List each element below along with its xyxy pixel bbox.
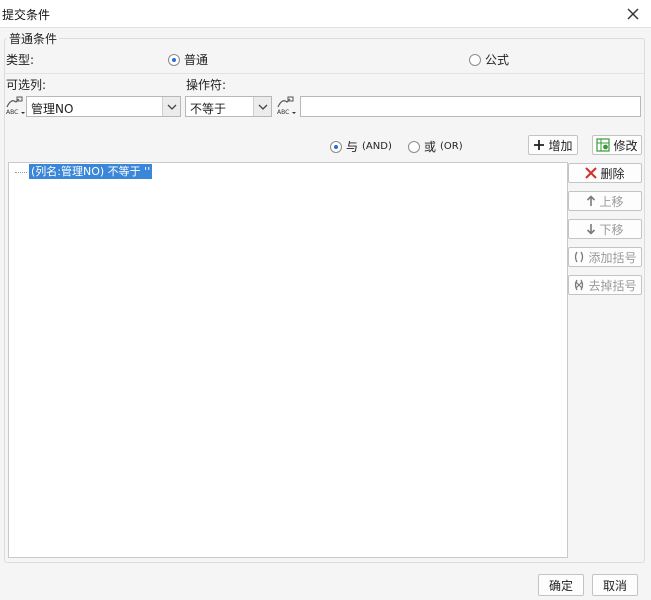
type-normal-label: 普通 xyxy=(184,53,209,67)
move-down-button-label: 下移 xyxy=(599,222,624,237)
column-dropdown-button[interactable] xyxy=(162,97,180,116)
column-label: 可选列: xyxy=(6,78,47,92)
arrow-up-icon xyxy=(587,195,596,206)
delete-button[interactable]: 删除 xyxy=(568,163,642,183)
radio-checked-icon xyxy=(330,140,342,153)
remove-bracket-button-label: 去掉括号 xyxy=(588,278,637,293)
divider xyxy=(5,73,644,74)
delete-x-icon xyxy=(585,167,598,179)
move-up-button-label: 上移 xyxy=(599,194,624,209)
type-normal-radio[interactable]: 普通 xyxy=(168,51,208,68)
arrow-down-icon xyxy=(587,224,596,235)
condition-item[interactable]: (列名:管理NO) 不等于 '' xyxy=(29,164,153,179)
operator-label: 操作符: xyxy=(186,78,227,92)
ok-button[interactable]: 确定 xyxy=(538,574,584,596)
chevron-down-icon xyxy=(167,104,177,110)
condition-tree[interactable]: (列名:管理NO) 不等于 '' xyxy=(8,162,568,558)
logic-and-radio[interactable]: 与 (AND) xyxy=(330,138,392,155)
svg-text:ABC: ABC xyxy=(277,109,289,116)
title-bar: 提交条件 xyxy=(0,0,651,28)
logic-and-code: (AND) xyxy=(362,141,392,152)
edit-table-icon xyxy=(596,138,611,152)
add-button[interactable]: 增加 xyxy=(528,135,578,155)
abc-value-icon[interactable]: ABC xyxy=(276,96,298,116)
delete-button-label: 删除 xyxy=(600,166,625,181)
abc-column-icon[interactable]: ABC xyxy=(5,96,27,116)
radio-unchecked-icon xyxy=(408,140,420,153)
move-down-button[interactable]: 下移 xyxy=(568,219,642,239)
radio-checked-icon xyxy=(168,53,180,66)
operator-select[interactable]: 不等于 xyxy=(185,96,272,117)
radio-unchecked-icon xyxy=(469,53,481,66)
plus-icon xyxy=(534,140,545,150)
type-formula-radio[interactable]: 公式 xyxy=(469,51,509,68)
type-formula-label: 公式 xyxy=(485,53,510,67)
column-select-value: 管理NO xyxy=(31,102,74,116)
add-button-label: 增加 xyxy=(548,138,573,153)
column-select[interactable]: 管理NO xyxy=(26,96,181,117)
tree-connector xyxy=(15,172,27,173)
remove-bracket-button[interactable]: 去掉括号 xyxy=(568,275,642,295)
logic-or-radio[interactable]: 或 (OR) xyxy=(408,138,463,155)
add-bracket-button-label: 添加括号 xyxy=(588,250,637,265)
bracket-icon xyxy=(575,251,584,263)
operator-dropdown-button[interactable] xyxy=(253,97,271,116)
add-bracket-button[interactable]: 添加括号 xyxy=(568,247,642,267)
modify-button[interactable]: 修改 xyxy=(592,135,642,155)
chevron-down-icon xyxy=(258,104,268,110)
logic-or-code: (OR) xyxy=(440,141,463,152)
cancel-button[interactable]: 取消 xyxy=(592,574,638,596)
group-title: 普通条件 xyxy=(7,30,60,47)
move-up-button[interactable]: 上移 xyxy=(568,191,642,211)
close-icon[interactable] xyxy=(625,6,641,22)
value-input[interactable] xyxy=(300,96,641,117)
type-label: 类型: xyxy=(6,53,35,67)
operator-select-value: 不等于 xyxy=(190,102,227,116)
svg-text:ABC: ABC xyxy=(6,109,18,116)
logic-and-label: 与 xyxy=(346,140,359,154)
remove-bracket-icon xyxy=(575,279,584,291)
window-title: 提交条件 xyxy=(2,8,51,22)
logic-or-label: 或 xyxy=(424,140,437,154)
modify-button-label: 修改 xyxy=(613,138,638,153)
